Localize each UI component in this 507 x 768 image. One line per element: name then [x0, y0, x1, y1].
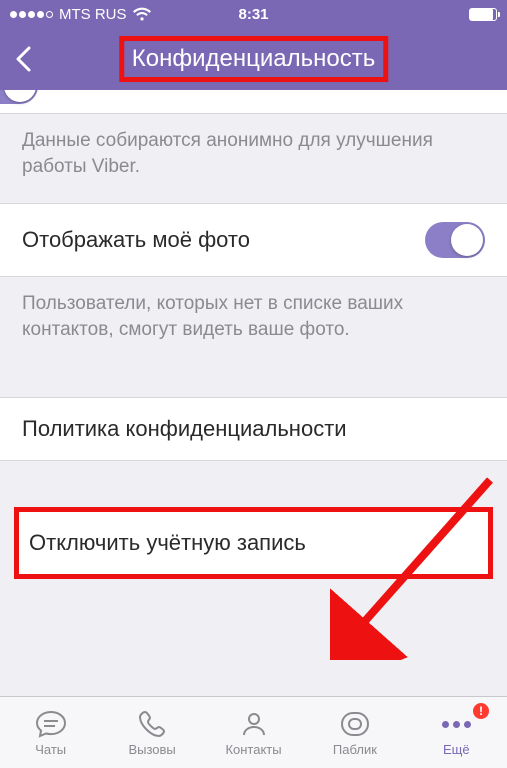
back-button[interactable]	[14, 44, 36, 74]
status-time: 8:31	[238, 6, 268, 23]
tab-bar: Чаты Вызовы Контакты Паблик Ещё !	[0, 696, 507, 768]
tab-contacts-label: Контакты	[225, 742, 281, 757]
nav-header: Конфиденциальность	[0, 28, 507, 90]
carrier-label: MTS RUS	[59, 6, 127, 23]
wifi-icon	[133, 7, 151, 21]
signal-strength-icon	[10, 11, 53, 18]
tab-chats[interactable]: Чаты	[0, 697, 101, 768]
status-right	[269, 8, 497, 21]
status-bar: MTS RUS 8:31	[0, 0, 507, 28]
public-icon	[339, 708, 371, 740]
show-photo-row[interactable]: Отображать моё фото	[0, 203, 507, 277]
show-photo-label: Отображать моё фото	[22, 227, 250, 253]
privacy-policy-label: Политика конфиденциальности	[22, 416, 347, 442]
tab-calls-label: Вызовы	[128, 742, 175, 757]
tab-more-label: Ещё	[443, 742, 470, 757]
chat-icon	[35, 708, 67, 740]
show-photo-toggle[interactable]	[425, 222, 485, 258]
contacts-icon	[239, 708, 269, 740]
tab-public-label: Паблик	[333, 742, 377, 757]
anon-collect-description: Данные собираются анонимно для улучшения…	[0, 114, 507, 203]
deactivate-account-row[interactable]: Отключить учётную запись	[19, 512, 488, 574]
phone-icon	[137, 708, 167, 740]
partial-toggle[interactable]	[0, 90, 38, 104]
tab-contacts[interactable]: Контакты	[203, 697, 304, 768]
deactivate-highlight: Отключить учётную запись	[14, 507, 493, 579]
more-icon	[442, 708, 471, 740]
status-left: MTS RUS	[10, 6, 238, 23]
nav-title-highlight: Конфиденциальность	[119, 36, 388, 82]
tab-public[interactable]: Паблик	[304, 697, 405, 768]
partial-setting-row	[0, 90, 507, 114]
deactivate-account-label: Отключить учётную запись	[29, 530, 306, 556]
tab-chats-label: Чаты	[35, 742, 66, 757]
tab-more[interactable]: Ещё !	[406, 697, 507, 768]
notification-badge: !	[473, 703, 489, 719]
battery-icon	[469, 8, 497, 21]
tab-calls[interactable]: Вызовы	[101, 697, 202, 768]
page-title: Конфиденциальность	[132, 45, 375, 73]
show-photo-description: Пользователи, которых нет в списке ваших…	[0, 277, 507, 366]
chevron-left-icon	[14, 44, 36, 74]
privacy-policy-row[interactable]: Политика конфиденциальности	[0, 397, 507, 461]
